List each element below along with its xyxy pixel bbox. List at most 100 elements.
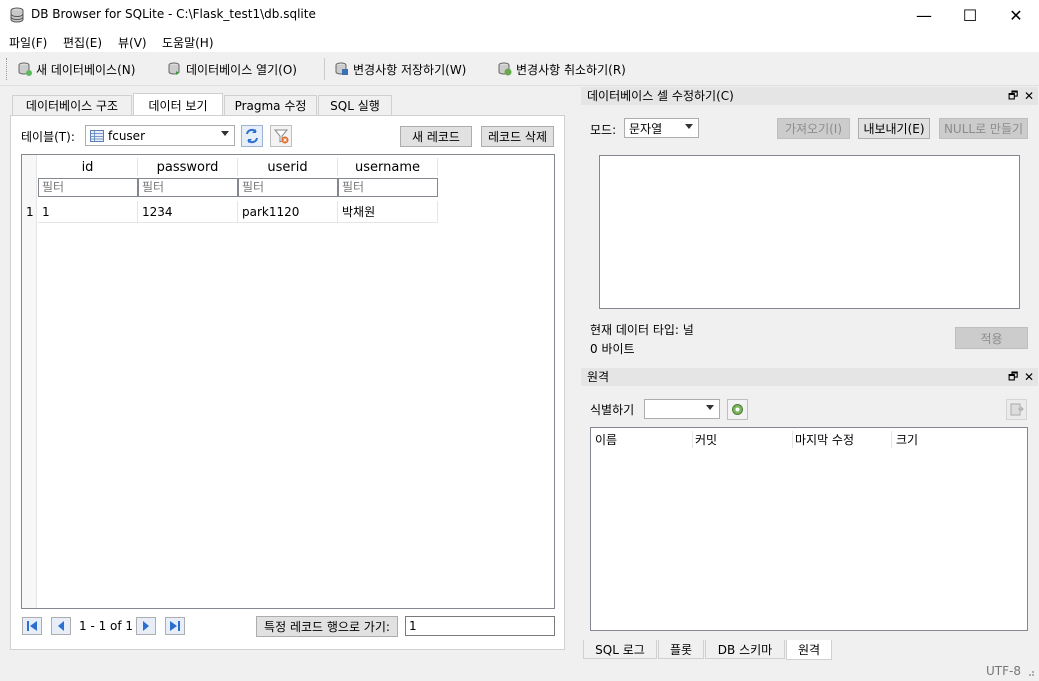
new-record-button[interactable]: 새 레코드 <box>400 126 472 147</box>
new-database-button[interactable]: 새 데이터베이스(N) <box>18 60 135 78</box>
dock-close-icon[interactable]: ✕ <box>1024 87 1034 105</box>
filter-input-password[interactable]: 필터 <box>138 178 238 197</box>
maximize-button[interactable]: ☐ <box>947 0 993 31</box>
refresh-icon <box>246 128 258 144</box>
filter-input-id[interactable]: 필터 <box>38 178 138 197</box>
toolbar-separator <box>324 58 325 80</box>
goto-record-input[interactable]: 1 <box>405 616 555 636</box>
remote-list[interactable] <box>590 427 1028 631</box>
dock-float-icon[interactable]: 🗗 <box>1008 368 1018 386</box>
tab-plot[interactable]: 플롯 <box>658 640 704 659</box>
tab-db-structure[interactable]: 데이터베이스 구조 <box>12 95 132 115</box>
mode-select[interactable]: 문자열 <box>624 118 699 138</box>
table-cell[interactable]: 박채원 <box>338 201 438 223</box>
identity-select[interactable] <box>644 399 720 419</box>
table-label: 테이블(T): <box>21 130 75 144</box>
menu-help[interactable]: 도움말(H) <box>162 34 214 51</box>
toolbar: 새 데이터베이스(N) 데이터베이스 열기(O) 변경사항 저장하기(W) 변경… <box>0 52 1039 86</box>
minimize-button[interactable]: — <box>901 0 947 31</box>
set-null-button[interactable]: NULL로 만들기 <box>939 118 1028 139</box>
chevron-down-icon <box>685 124 693 129</box>
next-record-button[interactable] <box>136 617 156 635</box>
table-cell[interactable]: 1 <box>38 201 138 223</box>
identity-label: 식별하기 <box>590 403 635 417</box>
edit-cell-title: 데이터베이스 셀 수정하기(C) <box>587 89 734 103</box>
remote-column-last-modified[interactable]: 마지막 수정 <box>792 431 854 448</box>
open-database-button[interactable]: 데이터베이스 열기(O) <box>168 60 297 78</box>
remote-column-commit[interactable]: 커밋 <box>692 431 717 448</box>
clear-filter-icon <box>273 129 289 144</box>
database-app-icon <box>10 7 24 23</box>
data-type-info: 현재 데이터 타입: 널 <box>590 323 694 337</box>
clear-filters-button[interactable] <box>270 125 292 147</box>
table-select[interactable]: fcuser <box>85 125 235 146</box>
table-cell[interactable]: park1120 <box>238 201 338 223</box>
delete-record-button[interactable]: 레코드 삭제 <box>481 126 554 147</box>
dock-float-icon[interactable]: 🗗 <box>1008 87 1018 105</box>
menu-view[interactable]: 뷰(V) <box>118 34 147 51</box>
data-size-info: 0 바이트 <box>590 342 635 356</box>
write-changes-label: 변경사항 저장하기(W) <box>353 62 467 77</box>
filter-input-username[interactable]: 필터 <box>338 178 438 197</box>
first-icon <box>27 621 37 631</box>
apply-button[interactable]: 적용 <box>955 327 1028 349</box>
write-changes-button[interactable]: 변경사항 저장하기(W) <box>335 60 466 78</box>
tab-edit-pragmas[interactable]: Pragma 수정 <box>224 95 317 115</box>
tab-remote[interactable]: 원격 <box>786 640 832 660</box>
column-header-username[interactable]: username <box>338 158 438 176</box>
last-icon <box>170 621 180 631</box>
tab-execute-sql[interactable]: SQL 실행 <box>318 95 392 115</box>
column-header-id[interactable]: id <box>38 158 138 176</box>
import-button[interactable]: 가져오기(I) <box>777 118 850 139</box>
revert-changes-icon <box>498 62 512 76</box>
remote-column-size[interactable]: 크기 <box>891 431 918 448</box>
table-select-value: fcuser <box>108 128 145 143</box>
refresh-button[interactable] <box>241 125 263 147</box>
chevron-down-icon <box>706 405 714 410</box>
window-title: DB Browser for SQLite - C:\Flask_test1\d… <box>31 7 316 21</box>
column-header-password[interactable]: password <box>138 158 238 176</box>
revert-changes-label: 변경사항 취소하기(R) <box>516 62 626 77</box>
push-button[interactable] <box>1006 399 1027 420</box>
tab-db-schema[interactable]: DB 스키마 <box>705 640 785 659</box>
write-changes-icon <box>335 62 348 75</box>
new-database-label: 새 데이터베이스(N) <box>36 62 136 77</box>
last-record-button[interactable] <box>165 617 185 635</box>
close-button[interactable]: ✕ <box>993 0 1039 31</box>
toolbar-grip[interactable] <box>6 58 9 80</box>
cell-editor-textarea[interactable] <box>599 155 1020 309</box>
next-icon <box>143 621 149 631</box>
first-record-button[interactable] <box>22 617 42 635</box>
mode-label: 모드: <box>590 123 617 137</box>
upload-icon <box>1010 403 1024 416</box>
previous-record-button[interactable] <box>51 617 71 635</box>
tab-browse-data[interactable]: 데이터 보기 <box>133 93 223 116</box>
gear-icon <box>732 404 743 415</box>
menu-edit[interactable]: 편집(E) <box>63 34 102 51</box>
previous-icon <box>58 621 64 631</box>
dock-close-icon[interactable]: ✕ <box>1024 368 1034 386</box>
record-count: 1 - 1 of 1 <box>79 619 134 633</box>
remote-title: 원격 <box>587 370 610 384</box>
column-header-userid[interactable]: userid <box>238 158 338 176</box>
revert-changes-button[interactable]: 변경사항 취소하기(R) <box>498 60 626 78</box>
remote-column-name[interactable]: 이름 <box>595 431 617 448</box>
edit-cell-dock-title: 데이터베이스 셀 수정하기(C) 🗗 ✕ <box>581 87 1038 105</box>
mode-select-value: 문자열 <box>629 121 663 136</box>
table-cell[interactable]: 1234 <box>138 201 238 223</box>
menu-file[interactable]: 파일(F) <box>9 34 47 51</box>
export-button[interactable]: 내보내기(E) <box>858 118 930 139</box>
identity-settings-button[interactable] <box>727 399 748 420</box>
open-database-icon <box>168 62 180 75</box>
row-header-column <box>22 155 37 608</box>
resize-grip-icon[interactable] <box>1025 667 1035 677</box>
title-bar: DB Browser for SQLite - C:\Flask_test1\d… <box>0 0 1039 31</box>
filter-input-userid[interactable]: 필터 <box>238 178 338 197</box>
goto-record-button[interactable]: 특정 레코드 행으로 가기: <box>256 616 398 637</box>
chevron-down-icon <box>221 131 229 136</box>
row-number[interactable]: 1 <box>26 205 34 219</box>
tab-sql-log[interactable]: SQL 로그 <box>583 640 657 659</box>
remote-dock-title: 원격 🗗 ✕ <box>581 368 1038 386</box>
encoding-status: UTF-8 <box>986 664 1021 678</box>
new-database-icon <box>18 62 32 76</box>
